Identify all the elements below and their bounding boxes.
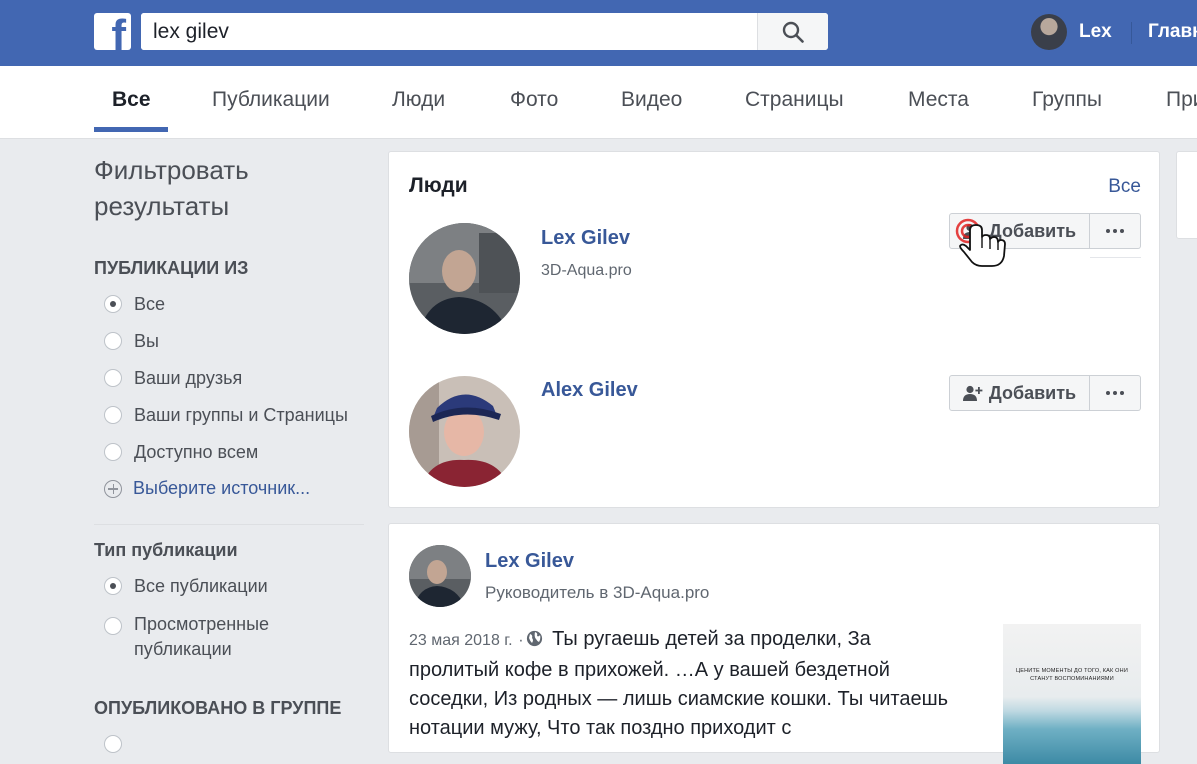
people-results-card: Люди Все Lex Gilev 3D-Aqua.pro Добавить bbox=[388, 151, 1160, 508]
filter-option-public[interactable]: Доступно всем bbox=[104, 442, 258, 463]
tab-people[interactable]: Люди bbox=[392, 88, 445, 112]
post-image[interactable]: ЦЕНИТЕ МОМЕНТЫ ДО ТОГО, КАК ОНИ СТАНУТ В… bbox=[1003, 624, 1141, 764]
more-options-button[interactable] bbox=[1090, 375, 1141, 411]
avatar bbox=[1031, 14, 1067, 50]
radio-button[interactable] bbox=[104, 295, 122, 313]
post-text: 23 мая 2018 г. · Ты ругаешь детей за про… bbox=[409, 625, 949, 743]
profile-link[interactable]: Lex bbox=[1031, 14, 1112, 50]
filter-heading-posts-from: ПУБЛИКАЦИИ ИЗ bbox=[94, 258, 249, 278]
filter-option-all-posts[interactable]: Все публикации bbox=[104, 576, 268, 597]
facebook-logo-icon[interactable]: f bbox=[94, 13, 131, 50]
post-date[interactable]: 23 мая 2018 г. bbox=[409, 632, 513, 649]
sidebar-card bbox=[1176, 151, 1197, 239]
avatar[interactable] bbox=[409, 376, 520, 487]
avatar[interactable] bbox=[409, 545, 471, 607]
filter-option-group[interactable] bbox=[104, 734, 134, 753]
image-caption: ЦЕНИТЕ МОМЕНТЫ ДО ТОГО, КАК ОНИ СТАНУТ В… bbox=[1016, 668, 1128, 682]
tab-photos[interactable]: Фото bbox=[510, 88, 558, 112]
active-tab-indicator bbox=[94, 127, 168, 132]
divider bbox=[1131, 22, 1132, 44]
home-link[interactable]: Главн bbox=[1148, 21, 1197, 43]
filter-option-groups-pages[interactable]: Ваши группы и Страницы bbox=[104, 405, 348, 426]
filter-option-you[interactable]: Вы bbox=[104, 331, 159, 352]
add-friend-button[interactable]: Добавить bbox=[949, 213, 1090, 249]
post-card: Lex Gilev Руководитель в 3D-Aqua.pro 23 … bbox=[388, 523, 1160, 764]
tab-videos[interactable]: Видео bbox=[621, 88, 682, 112]
profile-name: Lex bbox=[1079, 21, 1112, 42]
tab-apps[interactable]: При bbox=[1166, 88, 1197, 112]
add-user-icon bbox=[962, 385, 983, 401]
filter-heading-posted-in-group: ОПУБЛИКОВАНО В ГРУППЕ bbox=[94, 698, 342, 718]
tab-all[interactable]: Все bbox=[112, 88, 151, 112]
tab-places[interactable]: Места bbox=[908, 88, 969, 112]
post-author-role: Руководитель в 3D-Aqua.pro bbox=[485, 583, 710, 602]
card-title: Люди bbox=[409, 174, 468, 197]
divider bbox=[94, 524, 364, 525]
choose-source-link[interactable]: Выберите источник... bbox=[104, 478, 310, 499]
person-name[interactable]: Alex Gilev bbox=[541, 379, 638, 402]
radio-button[interactable] bbox=[104, 406, 122, 424]
filter-option-friends[interactable]: Ваши друзья bbox=[104, 368, 242, 389]
filter-heading-post-type: Тип публикации bbox=[94, 540, 238, 560]
add-user-icon bbox=[962, 223, 983, 239]
search-icon bbox=[782, 21, 804, 43]
search-box bbox=[141, 13, 828, 50]
tab-posts[interactable]: Публикации bbox=[212, 88, 330, 112]
radio-button[interactable] bbox=[104, 369, 122, 387]
person-name[interactable]: Lex Gilev bbox=[541, 227, 630, 250]
more-options-button[interactable] bbox=[1090, 213, 1141, 249]
add-friend-button[interactable]: Добавить bbox=[949, 375, 1090, 411]
search-result-tabs: Все Публикации Люди Фото Видео Страницы … bbox=[0, 66, 1197, 139]
radio-button[interactable] bbox=[104, 577, 122, 595]
tab-pages[interactable]: Страницы bbox=[745, 88, 844, 112]
radio-button[interactable] bbox=[104, 443, 122, 461]
top-navigation-bar: f Lex Главн bbox=[0, 0, 1197, 67]
filter-option-all[interactable]: Все bbox=[104, 294, 165, 315]
search-button[interactable] bbox=[757, 13, 828, 50]
post-author[interactable]: Lex Gilev bbox=[485, 550, 574, 573]
avatar[interactable] bbox=[409, 223, 520, 334]
more-dots-icon bbox=[1106, 391, 1124, 395]
tab-groups[interactable]: Группы bbox=[1032, 88, 1102, 112]
more-dots-icon bbox=[1106, 229, 1124, 233]
filter-title: Фильтровать результаты bbox=[94, 155, 249, 221]
globe-icon bbox=[526, 627, 543, 656]
see-all-link[interactable]: Все bbox=[1108, 176, 1141, 198]
filter-option-viewed-posts[interactable]: Просмотренные публикации bbox=[104, 613, 304, 662]
radio-button[interactable] bbox=[104, 735, 122, 753]
radio-button[interactable] bbox=[104, 332, 122, 350]
search-input[interactable] bbox=[141, 13, 753, 50]
divider bbox=[1090, 257, 1141, 258]
plus-circle-icon bbox=[104, 479, 122, 498]
meta-separator: · bbox=[518, 632, 524, 649]
radio-button[interactable] bbox=[104, 617, 122, 635]
person-subtitle: 3D-Aqua.pro bbox=[541, 262, 632, 279]
